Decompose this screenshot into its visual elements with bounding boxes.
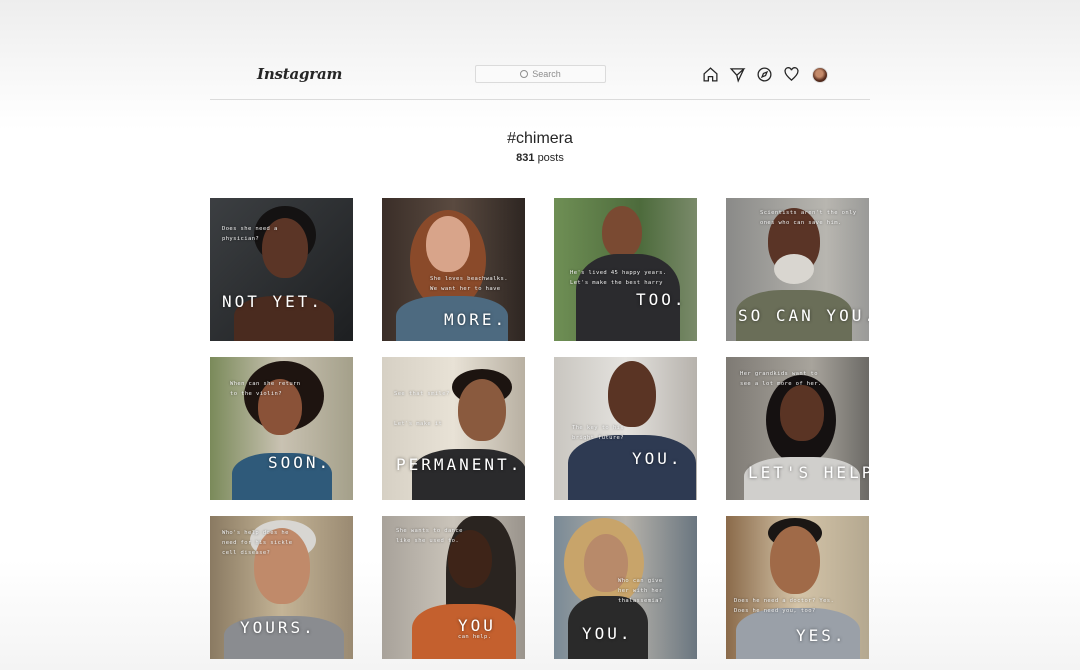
post-caption: Scientists aren't the only ones who can … [760,210,857,226]
post-tile[interactable]: The key to his bright future? YOU. [554,357,697,500]
post-headline: YOU. [632,449,683,468]
search-placeholder: Search [532,69,561,79]
post-tile[interactable]: Who can give her with her thalassemia? Y… [554,516,697,659]
post-caption: Her grandkids want to see a lot more of … [740,371,822,387]
face-shape [770,526,820,594]
hashtag-title: #chimera [507,130,573,147]
instagram-logo[interactable]: Instagram [257,65,342,83]
post-caption: Does he need a doctor? Yes. Does he need… [734,598,835,614]
top-nav-bar: Instagram Search [210,56,870,100]
post-tile[interactable]: She wants to dance like she used to. YOU… [382,516,525,659]
face-shape [608,361,656,427]
face-shape [426,216,470,272]
post-headline: SOON. [268,453,332,472]
search-input[interactable]: Search [475,65,606,83]
post-tile[interactable]: She loves beachwalks. We want her to hav… [382,198,525,341]
post-tile[interactable]: When can she return to the violin? SOON. [210,357,353,500]
post-caption: See that smile? Let's make it [394,391,450,427]
post-caption: Does she need a physician? [222,226,278,242]
post-tile[interactable]: He's lived 45 happy years. Let's make th… [554,198,697,341]
post-headline: SO CAN YOU. [738,306,869,325]
post-tile[interactable]: Does he need a doctor? Yes. Does he need… [726,516,869,659]
post-caption: She loves beachwalks. We want her to hav… [430,276,508,292]
nav-icons [702,66,828,83]
explore-icon[interactable] [756,66,773,83]
post-headline: NOT YET. [222,292,324,311]
post-count-label: posts [537,152,564,164]
post-headline: MORE. [444,310,508,329]
post-tile[interactable]: Who's help does he need for his sickle c… [210,516,353,659]
post-tile[interactable]: Scientists aren't the only ones who can … [726,198,869,341]
home-icon[interactable] [702,66,719,83]
post-tile[interactable]: Does she need a physician? NOT YET. [210,198,353,341]
post-caption: When can she return to the violin? [230,381,301,397]
face-shape [458,379,506,441]
post-count-number: 831 [516,152,535,164]
face-shape [780,385,824,441]
post-headline: YOURS. [240,618,316,637]
post-caption: He's lived 45 happy years. Let's make th… [570,270,667,286]
profile-avatar[interactable] [812,66,828,83]
post-caption-extra: can help. [458,634,492,640]
face-shape [602,206,642,258]
post-count: 831 posts [0,152,1080,164]
beard-shape [774,254,814,284]
post-caption: The key to his bright future? [572,425,624,441]
direct-icon[interactable] [729,66,746,83]
post-headline: YOU. [582,624,633,643]
post-headline: PERMANENT. [396,455,523,474]
post-tile[interactable]: See that smile? Let's make it PERMANENT. [382,357,525,500]
search-icon [520,70,529,78]
heart-icon[interactable] [783,66,800,83]
post-tile[interactable]: Her grandkids want to see a lot more of … [726,357,869,500]
post-headline: TOO. [636,290,687,309]
post-headline: YES. [796,626,847,645]
post-caption: Who's help does he need for his sickle c… [222,530,293,556]
post-caption: She wants to dance like she used to. [396,528,463,544]
post-caption: Who can give her with her thalassemia? [618,578,663,604]
post-headline: LET'S HELP. [748,463,869,482]
